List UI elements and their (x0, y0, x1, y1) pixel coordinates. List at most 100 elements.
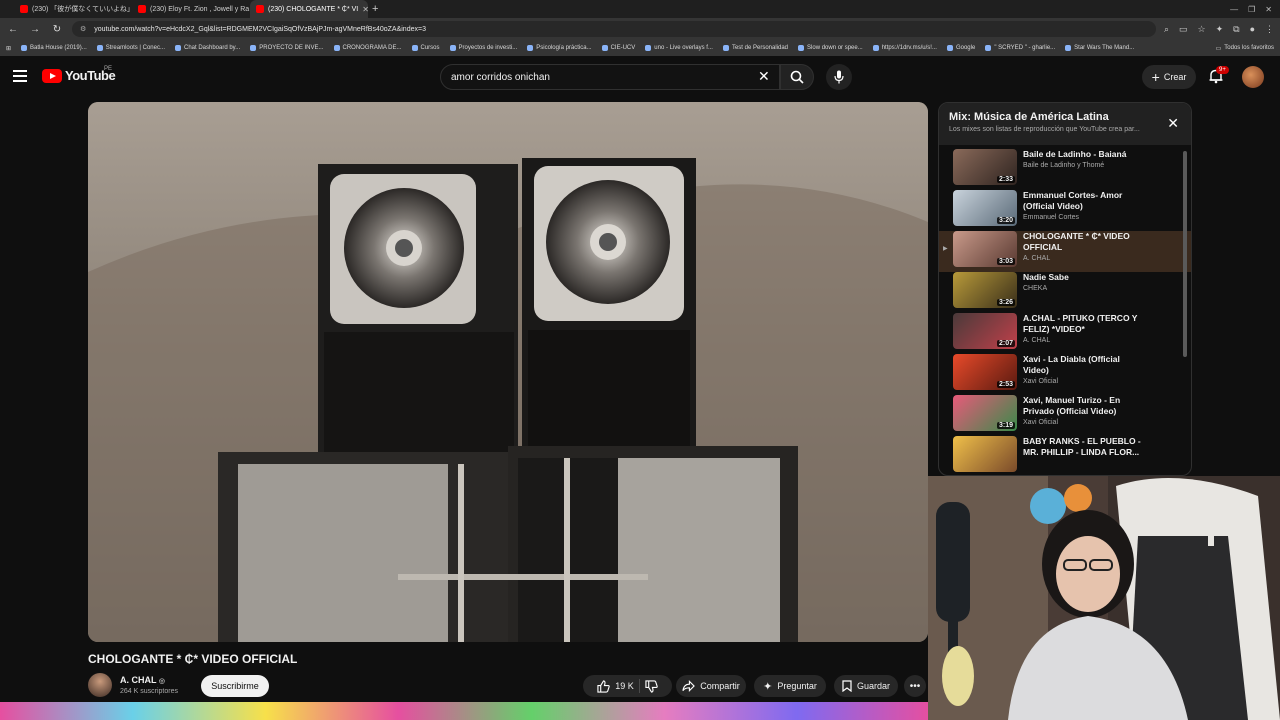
channel-name[interactable]: A. CHAL ◎ (120, 675, 165, 685)
channel-name-text: A. CHAL (120, 675, 157, 685)
like-count: 19 K (615, 681, 634, 691)
bookmark-item[interactable]: https://1drv.ms/u/s!... (872, 45, 937, 51)
bookmark-item[interactable]: Psicología práctica... (527, 45, 592, 51)
video-thumbnail: 2:33 (953, 149, 1017, 185)
bookmark-favicon-icon (798, 45, 805, 51)
cast-icon[interactable]: ▭ (1179, 24, 1188, 35)
bookmark-item[interactable]: CIE-UCV (601, 45, 636, 51)
close-tab-icon[interactable]: ✕ (358, 5, 368, 14)
like-divider (638, 679, 640, 693)
bookmarks-bar: ⊞ Batla House (2019)... Streamloots | Co… (0, 40, 1280, 56)
playlist-item[interactable]: 2:07 A.CHAL - PITUKO (TERCO Y FELIZ) *VI… (939, 313, 1191, 354)
more-actions-button[interactable]: ••• (904, 675, 926, 697)
hamburger-menu-icon[interactable] (13, 70, 27, 82)
new-tab-icon[interactable]: + (372, 3, 378, 15)
browser-tab-3-active[interactable]: (230) CHOLOGANTE * ₵* VI ✕ (250, 0, 368, 18)
voice-search-button[interactable] (826, 64, 852, 90)
create-button[interactable]: + Crear (1142, 65, 1196, 89)
channel-avatar[interactable] (88, 673, 112, 697)
like-button[interactable]: 19 K (597, 679, 634, 693)
playlist-item-current[interactable]: ▶ 3:03 CHOLOGANTE * ₵* VIDEO OFFICIAL A. … (939, 231, 1191, 272)
bookmark-item[interactable]: Batla House (2019)... (21, 45, 87, 51)
playlist-item[interactable]: 3:20 Emmanuel Cortes- Amor (Official Vid… (939, 190, 1191, 231)
bookmark-item[interactable]: uno - Live overlays f... (645, 45, 713, 51)
more-horizontal-icon: ••• (909, 680, 921, 692)
youtube-play-icon (42, 68, 62, 83)
close-window-icon[interactable]: ✕ (1265, 5, 1272, 14)
bookmark-item[interactable]: PROYECTO DE INVE... (250, 45, 324, 51)
playlist-scrollbar[interactable] (1183, 151, 1187, 357)
url-field[interactable]: ⚙ youtube.com/watch?v=eHcdcX2_Gql&list=RD… (72, 21, 1156, 37)
bookmark-favicon-icon (174, 45, 181, 51)
video-thumbnail: 3:19 (953, 395, 1017, 431)
account-avatar[interactable] (1242, 66, 1264, 88)
bookmark-item[interactable]: Google (946, 45, 976, 51)
bookmark-item[interactable]: Streamloots | Conec... (96, 45, 165, 51)
bookmark-label: Test de Personalidad (731, 45, 789, 51)
bookmark-favicon-icon (449, 45, 456, 51)
close-playlist-icon[interactable]: ✕ (1167, 115, 1179, 132)
playlist-title: Mix: Música de América Latina (949, 111, 1109, 123)
search-icon (790, 70, 804, 84)
puzzle-icon[interactable]: ⧉ (1233, 24, 1239, 35)
bookmark-item[interactable]: Proyectos de investi... (449, 45, 517, 51)
bookmark-star-icon[interactable]: ☆ (1198, 24, 1206, 35)
kebab-menu-icon[interactable]: ⋮ (1265, 24, 1274, 35)
extension-icon[interactable]: ✦ (1216, 24, 1224, 35)
thumbs-down-icon[interactable] (645, 679, 658, 693)
profile-icon[interactable]: ● (1250, 24, 1255, 35)
zoom-icon[interactable]: ⌕ (1164, 24, 1169, 35)
bookmark-item[interactable]: " SCRYED " - gharlie... (985, 45, 1055, 51)
clear-search-icon[interactable]: ✕ (758, 68, 770, 85)
duration-badge: 2:33 (996, 176, 1015, 183)
bookmark-item[interactable]: Star Wars The Mand... (1065, 45, 1134, 51)
apps-grid-icon[interactable]: ⊞ (6, 45, 11, 52)
bookmark-item[interactable]: Test de Personalidad (722, 45, 789, 51)
bookmark-label: Google (955, 45, 976, 51)
maximize-icon[interactable]: ❐ (1248, 5, 1255, 14)
sparkle-icon: ✦ (763, 680, 773, 693)
search-value: amor corridos onichan (451, 71, 550, 83)
back-icon[interactable]: ← (6, 24, 20, 35)
bookmark-label: uno - Live overlays f... (654, 45, 713, 51)
site-info-icon[interactable]: ⚙ (80, 25, 86, 33)
bookmark-label: CIE-UCV (610, 45, 636, 51)
tab-label: (230) CHOLOGANTE * ₵* VI (268, 5, 359, 13)
playlist-item-title: Baile de Ladinho - Baianá (1023, 149, 1127, 159)
playlist-item[interactable]: 2:33 Baile de Ladinho - Baianá Baile de L… (939, 149, 1191, 190)
minimize-icon[interactable]: — (1230, 5, 1238, 14)
youtube-logo[interactable]: YouTube PE (42, 66, 116, 83)
youtube-favicon-icon (138, 5, 146, 13)
save-button[interactable]: Guardar (834, 675, 898, 697)
bookmark-label: Batla House (2019)... (30, 45, 87, 51)
video-frame-speakers (88, 102, 928, 642)
reload-icon[interactable]: ↻ (50, 24, 64, 35)
video-thumbnail: 2:07 (953, 313, 1017, 349)
video-player[interactable] (88, 102, 928, 642)
playlist-item[interactable]: 3:26 Nadie Sabe CHEKA (939, 272, 1191, 313)
bookmark-label: Psicología práctica... (536, 45, 592, 51)
search-input[interactable]: amor corridos onichan (440, 64, 780, 90)
ask-button[interactable]: ✦ Preguntar (754, 675, 826, 697)
bookmark-item[interactable]: Chat Dashboard by... (174, 45, 241, 51)
bookmark-item[interactable]: Slow down or spee... (798, 45, 863, 51)
share-button[interactable]: Compartir (676, 675, 746, 697)
bookmark-item[interactable]: CRONOGRAMA DE... (333, 45, 402, 51)
playlist-item[interactable]: BABY RANKS - EL PUEBLO - MR. PHILLIP - L… (939, 436, 1191, 475)
duration-badge: 3:03 (996, 258, 1015, 265)
bookmark-label: Chat Dashboard by... (183, 45, 241, 51)
video-thumbnail: 3:20 (953, 190, 1017, 226)
playlist-item[interactable]: 2:53 Xavi - La Diabla (Official Video) Xa… (939, 354, 1191, 395)
subscribe-button[interactable]: Suscribirme (201, 675, 269, 697)
bookmark-favicon-icon (722, 45, 729, 51)
browser-tab-2[interactable]: (230) Eloy Ft. Zion , Jowell y Ra✕ (132, 0, 250, 18)
playlist-item[interactable]: 3:19 Xavi, Manuel Turizo - En Privado (O… (939, 395, 1191, 436)
playlist-items: 2:33 Baile de Ladinho - Baianá Baile de L… (939, 145, 1191, 475)
search-button[interactable] (780, 64, 814, 90)
browser-tab-1[interactable]: (230) 「彼が僕なくていいよね」この曲✕ (14, 0, 132, 18)
all-bookmarks-button[interactable]: ▭ Todos los favoritos (1216, 45, 1274, 52)
bookmark-item[interactable]: Cursos (411, 45, 440, 51)
forward-icon[interactable]: → (28, 24, 42, 35)
bookmark-label: Slow down or spee... (807, 45, 863, 51)
save-label: Guardar (856, 681, 891, 691)
